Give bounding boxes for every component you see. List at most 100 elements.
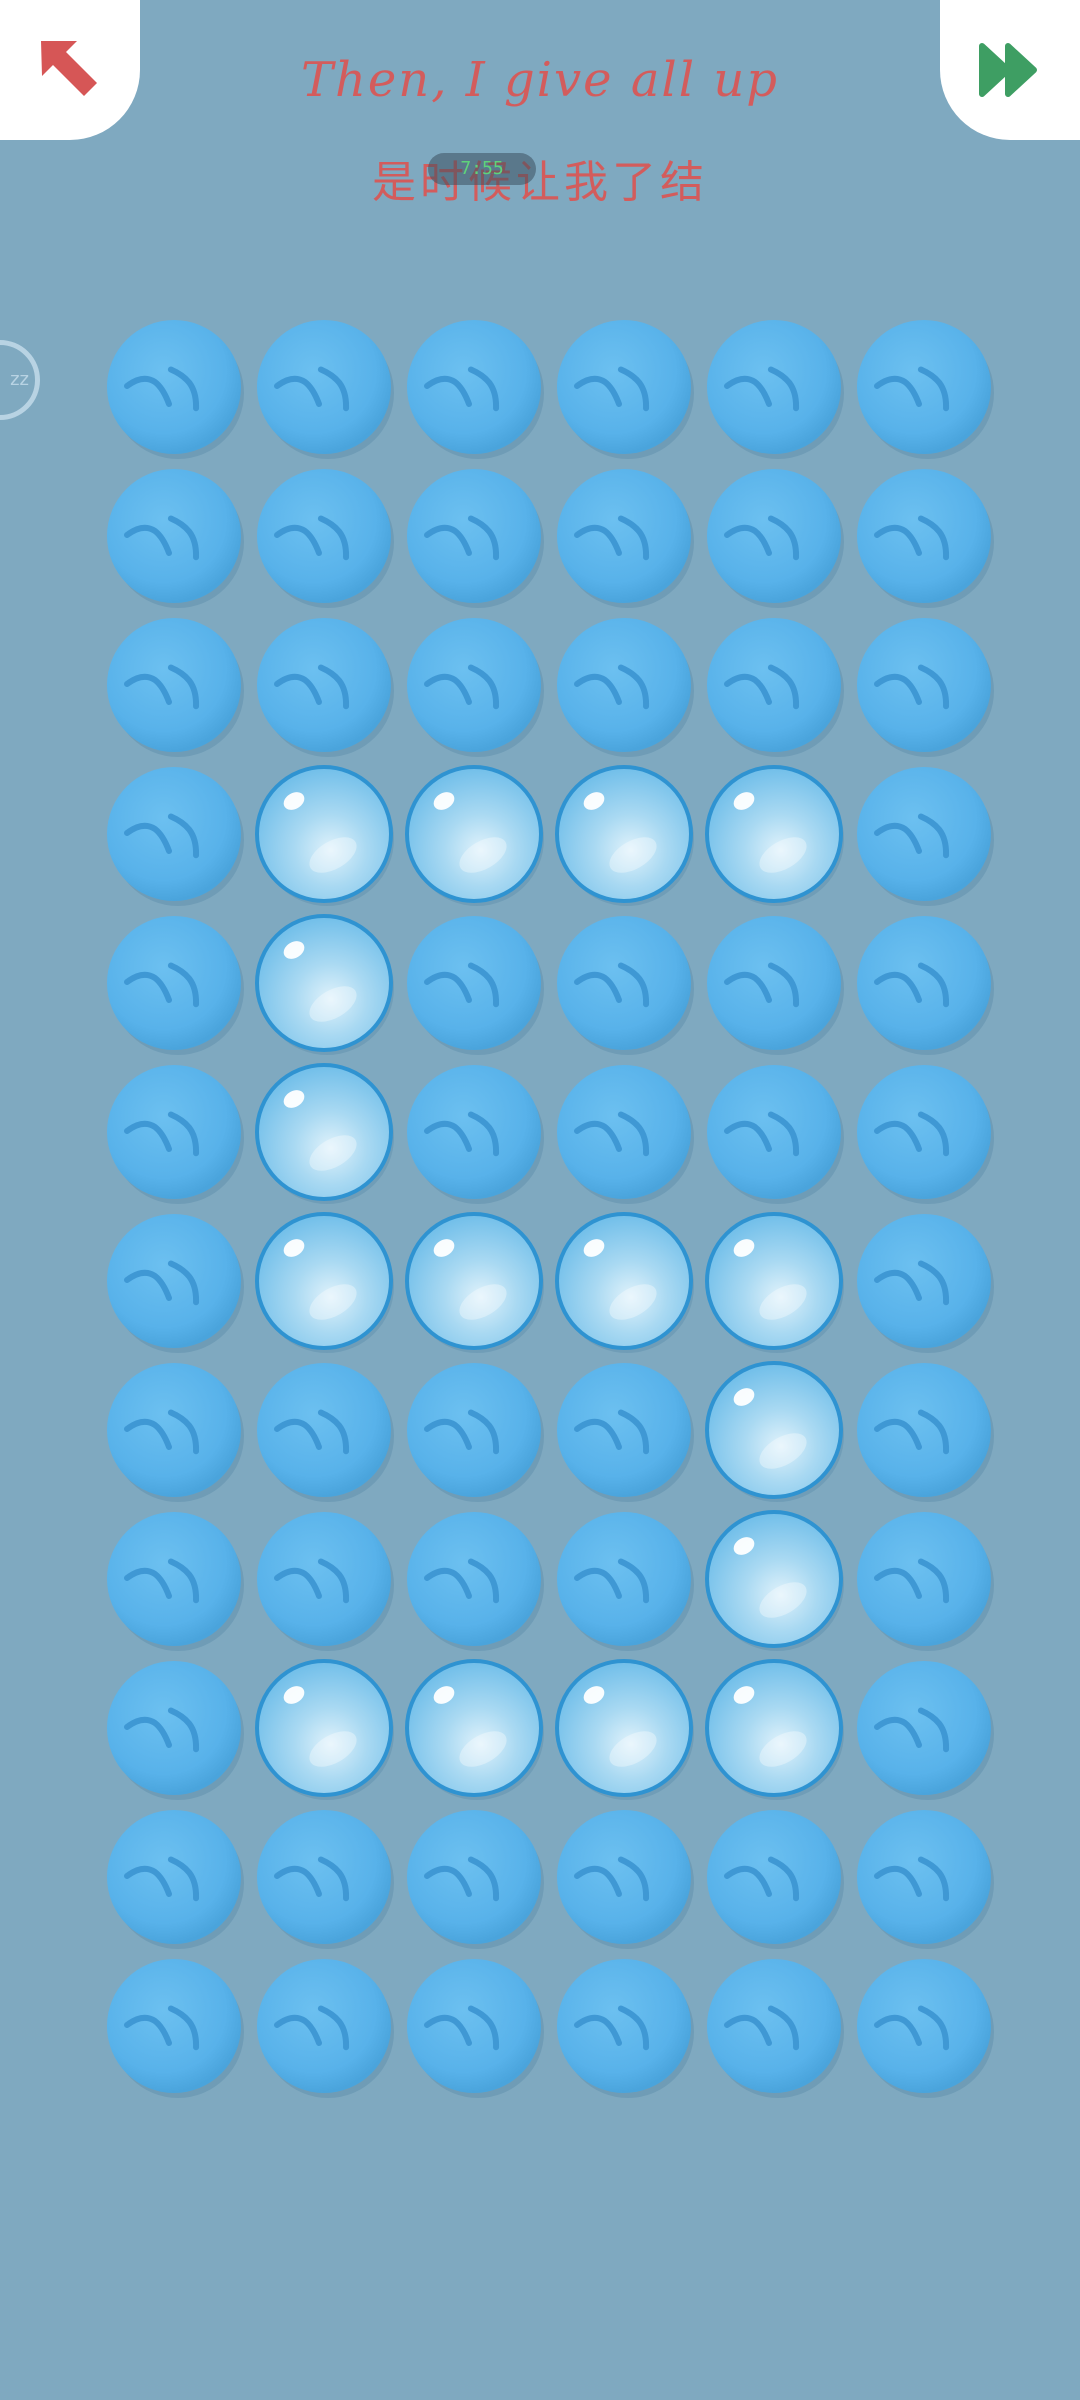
bubble-popped[interactable] (549, 759, 699, 908)
popped-bubble-icon (405, 1212, 544, 1353)
bubble-unpopped[interactable] (549, 1504, 699, 1653)
bubble-unpopped[interactable] (549, 1355, 699, 1504)
popped-bubble-icon (405, 765, 544, 906)
bubble-icon (857, 1661, 994, 1800)
bubble-unpopped[interactable] (699, 908, 849, 1057)
bubble-unpopped[interactable] (549, 1951, 699, 2100)
bubble-unpopped[interactable] (99, 1802, 249, 1951)
bubble-icon (707, 1959, 844, 2098)
bubble-unpopped[interactable] (99, 1057, 249, 1206)
bubble-icon (257, 320, 394, 459)
bubble-popped[interactable] (549, 1653, 699, 1802)
bubble-icon (107, 916, 244, 1055)
bubble-unpopped[interactable] (399, 1802, 549, 1951)
popped-bubble-icon (705, 1659, 844, 1800)
bubble-icon (407, 1363, 544, 1502)
bubble-unpopped[interactable] (699, 1951, 849, 2100)
bubble-unpopped[interactable] (849, 1951, 999, 2100)
popped-bubble-icon (705, 765, 844, 906)
bubble-unpopped[interactable] (399, 1057, 549, 1206)
bubble-unpopped[interactable] (399, 1504, 549, 1653)
bubble-unpopped[interactable] (399, 1355, 549, 1504)
bubble-unpopped[interactable] (99, 1206, 249, 1355)
bubble-unpopped[interactable] (849, 1653, 999, 1802)
bubble-unpopped[interactable] (849, 1206, 999, 1355)
bubble-unpopped[interactable] (99, 1951, 249, 2100)
bubble-unpopped[interactable] (99, 759, 249, 908)
bubble-unpopped[interactable] (399, 1951, 549, 2100)
bubble-unpopped[interactable] (99, 610, 249, 759)
bubble-unpopped[interactable] (849, 759, 999, 908)
bubble-grid (99, 312, 999, 2100)
bubble-icon (557, 1810, 694, 1949)
bubble-icon (707, 1810, 844, 1949)
bubble-unpopped[interactable] (249, 461, 399, 610)
bubble-unpopped[interactable] (849, 1504, 999, 1653)
bubble-unpopped[interactable] (699, 461, 849, 610)
bubble-icon (557, 1959, 694, 2098)
bubble-unpopped[interactable] (849, 1355, 999, 1504)
bubble-unpopped[interactable] (549, 1057, 699, 1206)
bubble-icon (107, 320, 244, 459)
bubble-unpopped[interactable] (399, 908, 549, 1057)
bubble-unpopped[interactable] (249, 312, 399, 461)
bubble-unpopped[interactable] (699, 610, 849, 759)
bubble-icon (857, 1363, 994, 1502)
bubble-popped[interactable] (549, 1206, 699, 1355)
bubble-popped[interactable] (249, 1653, 399, 1802)
bubble-unpopped[interactable] (849, 1057, 999, 1206)
bubble-unpopped[interactable] (249, 610, 399, 759)
bubble-popped[interactable] (399, 1206, 549, 1355)
bubble-unpopped[interactable] (699, 1057, 849, 1206)
bubble-unpopped[interactable] (99, 1653, 249, 1802)
bubble-icon (107, 469, 244, 608)
bubble-icon (557, 618, 694, 757)
bubble-icon (257, 1959, 394, 2098)
bubble-popped[interactable] (399, 1653, 549, 1802)
bubble-icon (857, 618, 994, 757)
bubble-unpopped[interactable] (549, 908, 699, 1057)
bubble-unpopped[interactable] (399, 312, 549, 461)
bubble-popped[interactable] (699, 759, 849, 908)
popped-bubble-icon (255, 914, 394, 1055)
popped-bubble-icon (255, 765, 394, 906)
bubble-icon (107, 767, 244, 906)
bubble-popped[interactable] (399, 759, 549, 908)
bubble-popped[interactable] (249, 908, 399, 1057)
bubble-unpopped[interactable] (549, 610, 699, 759)
bubble-popped[interactable] (699, 1355, 849, 1504)
bubble-unpopped[interactable] (99, 312, 249, 461)
bubble-popped[interactable] (699, 1653, 849, 1802)
bubble-popped[interactable] (249, 759, 399, 908)
bubble-unpopped[interactable] (399, 461, 549, 610)
bubble-unpopped[interactable] (549, 461, 699, 610)
bubble-icon (257, 1810, 394, 1949)
bubble-unpopped[interactable] (549, 312, 699, 461)
bubble-unpopped[interactable] (249, 1802, 399, 1951)
bubble-unpopped[interactable] (849, 908, 999, 1057)
bubble-popped[interactable] (249, 1057, 399, 1206)
bubble-unpopped[interactable] (849, 610, 999, 759)
bubble-unpopped[interactable] (99, 908, 249, 1057)
popped-bubble-icon (255, 1212, 394, 1353)
bubble-unpopped[interactable] (549, 1802, 699, 1951)
bubble-popped[interactable] (699, 1504, 849, 1653)
bubble-popped[interactable] (249, 1206, 399, 1355)
bubble-unpopped[interactable] (249, 1504, 399, 1653)
bubble-unpopped[interactable] (849, 461, 999, 610)
bubble-popped[interactable] (699, 1206, 849, 1355)
bubble-unpopped[interactable] (399, 610, 549, 759)
bubble-icon (557, 1363, 694, 1502)
sleep-badge[interactable]: zz (0, 340, 40, 420)
bubble-unpopped[interactable] (699, 312, 849, 461)
bubble-icon (407, 1810, 544, 1949)
bubble-unpopped[interactable] (849, 1802, 999, 1951)
bubble-unpopped[interactable] (99, 1504, 249, 1653)
bubble-unpopped[interactable] (849, 312, 999, 461)
bubble-unpopped[interactable] (99, 461, 249, 610)
bubble-unpopped[interactable] (249, 1951, 399, 2100)
bubble-unpopped[interactable] (249, 1355, 399, 1504)
bubble-unpopped[interactable] (99, 1355, 249, 1504)
bubble-icon (407, 320, 544, 459)
bubble-unpopped[interactable] (699, 1802, 849, 1951)
